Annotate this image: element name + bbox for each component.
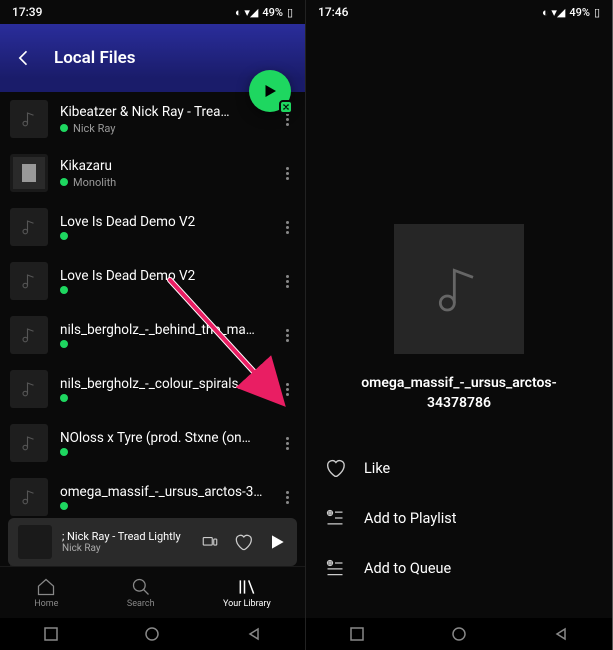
- track-art: [10, 478, 48, 516]
- track-row[interactable]: nils_bergholz_-_behind_the_ma…: [0, 308, 305, 362]
- android-back[interactable]: [546, 619, 576, 649]
- track-art: [10, 424, 48, 462]
- nav-search[interactable]: Search: [127, 577, 155, 609]
- more-icon[interactable]: [279, 321, 295, 350]
- android-nav: [306, 618, 612, 650]
- status-icons: ◐ ▾◢49%▯: [542, 6, 600, 19]
- status-icons: ◐ ▾◢49%▯: [235, 6, 293, 19]
- track-title: nils_bergholz_-_behind_the_ma…: [60, 322, 279, 338]
- menu-like[interactable]: Like: [324, 443, 594, 493]
- downloaded-icon: [60, 502, 68, 510]
- track-subtitle: [60, 232, 279, 240]
- menu-add-playlist[interactable]: Add to Playlist: [324, 493, 594, 543]
- now-playing-title: ; Nick Ray - Tread Lightly: [62, 530, 191, 543]
- downloaded-icon: [60, 340, 68, 348]
- track-title: Kibeatzer & Nick Ray - Trea…: [60, 104, 279, 120]
- track-subtitle: [60, 340, 279, 348]
- downloaded-icon: [60, 448, 68, 456]
- context-menu: Like Add to Playlist Add to Queue: [306, 443, 612, 593]
- android-recent[interactable]: [342, 619, 372, 649]
- downloaded-icon: [60, 286, 68, 294]
- track-subtitle: [60, 502, 279, 510]
- track-row[interactable]: nils_bergholz_-_colour_spirals_p…: [0, 362, 305, 416]
- nav-home[interactable]: Home: [34, 577, 58, 609]
- android-home[interactable]: [444, 619, 474, 649]
- more-icon[interactable]: [279, 267, 295, 296]
- playlist-add-icon: [324, 507, 346, 529]
- shuffle-icon: [279, 100, 293, 114]
- heart-icon: [324, 457, 346, 479]
- bottom-nav: Home Search Your Library: [0, 566, 305, 618]
- track-row[interactable]: omega_massif_-_ursus_arctos-3…: [0, 470, 305, 524]
- status-time: 17:39: [12, 5, 42, 19]
- more-icon[interactable]: [279, 483, 295, 512]
- status-bar: 17:39 ◐ ▾◢49%▯: [0, 0, 305, 24]
- track-art: [10, 262, 48, 300]
- track-row[interactable]: NOloss x Tyre (prod. Stxne (on…: [0, 416, 305, 470]
- downloaded-icon: [60, 178, 68, 186]
- more-icon[interactable]: [279, 375, 295, 404]
- track-subtitle: [60, 448, 279, 456]
- track-title: nils_bergholz_-_colour_spirals_p…: [60, 376, 279, 392]
- track-row[interactable]: Love Is Dead Demo V2: [0, 200, 305, 254]
- track-art: [10, 370, 48, 408]
- track-row[interactable]: Love Is Dead Demo V2: [0, 254, 305, 308]
- android-recent[interactable]: [36, 619, 66, 649]
- track-subtitle: Nick Ray: [60, 122, 279, 135]
- more-icon[interactable]: [279, 429, 295, 458]
- queue-add-icon: [324, 557, 346, 579]
- downloaded-icon: [60, 394, 68, 402]
- downloaded-icon: [60, 124, 68, 132]
- left-screen: 17:39 ◐ ▾◢49%▯ Local Files Kibeatzer & N…: [0, 0, 306, 650]
- menu-add-queue[interactable]: Add to Queue: [324, 543, 594, 593]
- heart-icon[interactable]: [233, 532, 253, 552]
- track-title: NOloss x Tyre (prod. Stxne (on…: [60, 430, 279, 446]
- now-playing-artist: Nick Ray: [62, 543, 191, 554]
- now-playing-art: [18, 525, 52, 559]
- track-row[interactable]: Kikazaru Monolith: [0, 146, 305, 200]
- header: Local Files: [0, 24, 305, 92]
- track-title: omega_massif_-_ursus_arctos-3…: [60, 484, 279, 500]
- back-icon[interactable]: [14, 48, 34, 68]
- page-title: Local Files: [54, 48, 136, 68]
- right-screen: 17:46 ◐ ▾◢49%▯ omega_massif_-_ursus_arct…: [306, 0, 612, 650]
- devices-icon[interactable]: [201, 533, 219, 551]
- status-bar: 17:46 ◐ ▾◢49%▯: [306, 0, 612, 24]
- more-icon[interactable]: [279, 159, 295, 188]
- track-art: [10, 208, 48, 246]
- track-subtitle: Monolith: [60, 176, 279, 189]
- context-album-art: [394, 224, 524, 354]
- android-nav: [0, 618, 305, 650]
- downloaded-icon: [60, 232, 68, 240]
- play-button[interactable]: [249, 70, 291, 112]
- track-title: Kikazaru: [60, 158, 279, 174]
- android-back[interactable]: [239, 619, 269, 649]
- android-home[interactable]: [137, 619, 167, 649]
- track-art: [10, 316, 48, 354]
- nav-library[interactable]: Your Library: [223, 577, 271, 609]
- track-subtitle: [60, 286, 279, 294]
- track-title: Love Is Dead Demo V2: [60, 214, 279, 230]
- track-art: [10, 100, 48, 138]
- play-icon[interactable]: [267, 532, 287, 552]
- status-time: 17:46: [318, 5, 348, 19]
- now-playing-bar[interactable]: ; Nick Ray - Tread Lightly Nick Ray: [8, 518, 297, 566]
- track-title: Love Is Dead Demo V2: [60, 268, 279, 284]
- more-icon[interactable]: [279, 213, 295, 242]
- track-subtitle: [60, 394, 279, 402]
- track-art: [10, 154, 48, 192]
- context-track-title: omega_massif_-_ursus_arctos-34378786: [306, 374, 612, 413]
